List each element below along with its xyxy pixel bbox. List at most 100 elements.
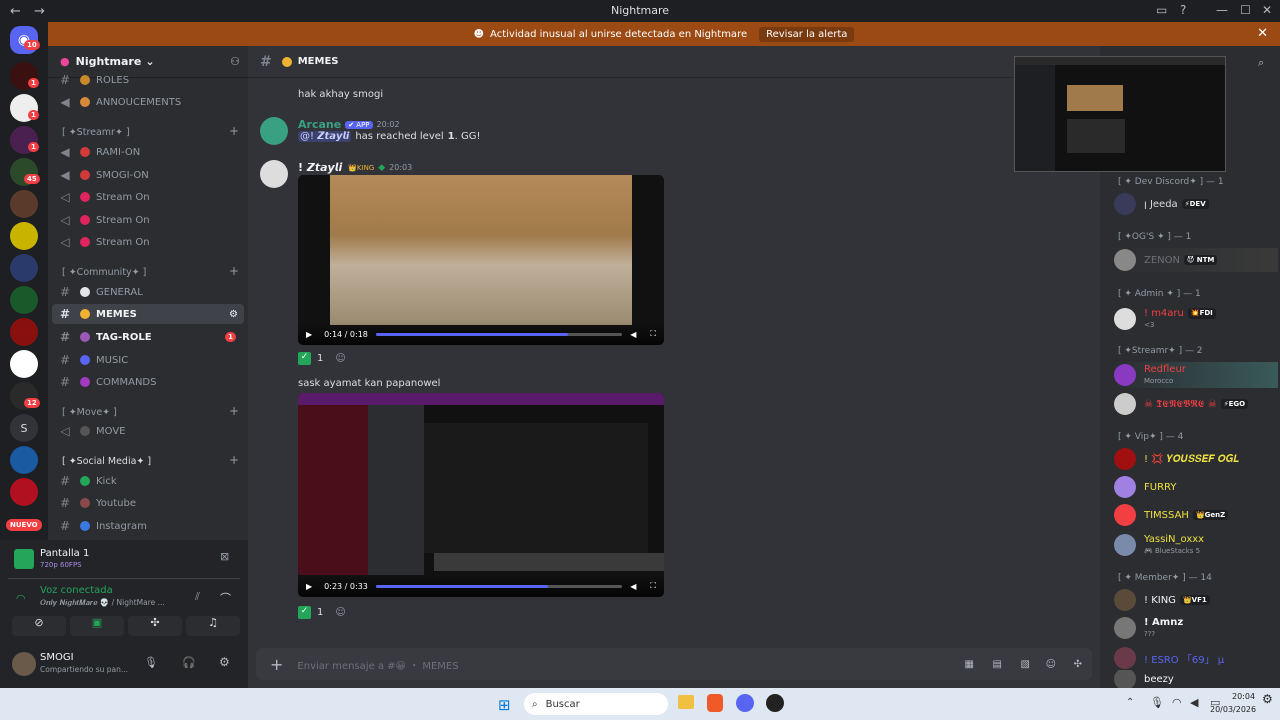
noise-suppression-icon[interactable]: ⫽ (195, 590, 200, 604)
server-icon[interactable] (10, 254, 38, 282)
taskbar-search[interactable]: ⌕ Buscar (524, 693, 668, 715)
avatar[interactable] (260, 160, 288, 188)
volume-icon[interactable]: ◀ (630, 330, 636, 339)
server-icon[interactable] (10, 190, 38, 218)
voice-channel[interactable]: 𝑶𝒏𝒍𝒚 𝑵𝒊𝒈𝒉𝒕𝑴𝒂𝒓𝒆 💀 / NightMare ... (40, 598, 185, 608)
category-social-media[interactable]: [ ✦Social Media✦ ] (62, 456, 151, 467)
server-icon[interactable] (10, 318, 38, 346)
user-settings-icon[interactable]: ⚙ (219, 655, 230, 669)
play-icon[interactable]: ▶ (306, 330, 312, 339)
clock-date[interactable]: 20/03/2026 (1210, 705, 1256, 714)
fullscreen-icon[interactable]: ⛶ (650, 329, 656, 339)
member-item[interactable]: YassiN_oxxx 🎮 BlueStacks 5 (1114, 532, 1278, 558)
server-icon[interactable] (10, 350, 38, 378)
message-input[interactable]: Enviar mensaje a #😀 ・ MEMES (297, 657, 458, 672)
settings-gear-icon[interactable]: ⚙ (229, 309, 238, 320)
video-player[interactable]: ▶ 0:23 / 0:33 ◀ ⛶ (298, 393, 664, 597)
help-icon[interactable]: ? (1180, 3, 1186, 17)
user-mention[interactable]: @! 𝙕𝙩𝙖𝙮𝙡𝙞 (298, 131, 352, 142)
channel-memes[interactable]: # MEMES ⚙ (52, 304, 244, 324)
member-item[interactable]: ! 💢 𝒀𝑶𝑼𝑺𝑺𝑬𝑭 𝑶𝑮𝑳 (1114, 447, 1278, 471)
volume-tray-icon[interactable]: ◀ (1190, 696, 1198, 709)
gift-icon[interactable]: ▦ (965, 659, 974, 670)
member-item[interactable]: ! ESRO 「69」 µ (1114, 646, 1278, 670)
attach-plus-icon[interactable]: + (270, 655, 283, 674)
gif-icon[interactable]: ▤ (993, 659, 1002, 670)
category-community[interactable]: [ ✦Community✦ ] (62, 267, 146, 278)
member-item[interactable]: beezy (1114, 670, 1278, 688)
server-icon[interactable] (10, 446, 38, 474)
add-channel-icon[interactable]: + (229, 124, 239, 138)
review-alert-button[interactable]: Revisar la alerta (759, 26, 855, 42)
close-window-icon[interactable]: ✕ (1262, 3, 1272, 17)
server-icon[interactable] (10, 222, 38, 250)
brave-browser-icon[interactable] (707, 694, 723, 712)
add-channel-icon[interactable]: + (229, 264, 239, 278)
minimize-icon[interactable]: — (1216, 3, 1228, 17)
microphone-tray-icon[interactable]: 🎙 (1150, 696, 1164, 709)
activities-button[interactable]: ✣ (128, 616, 182, 636)
member-item[interactable]: ZENON 😈 NTM (1114, 248, 1278, 272)
stop-stream-icon[interactable]: ⊠ (220, 550, 229, 563)
fullscreen-icon[interactable]: ⛶ (650, 581, 656, 591)
channel-roles[interactable]: # ROLES (52, 70, 244, 90)
channel-kick[interactable]: # Kick (52, 471, 244, 491)
channel-youtube[interactable]: # Youtube (52, 493, 244, 513)
category-streamr[interactable]: [ ✦Streamr✦ ] (62, 127, 130, 138)
voice-channel-move[interactable]: ◁ MOVE (52, 421, 244, 441)
video-progress[interactable] (375, 332, 623, 336)
channel-commands[interactable]: # COMMANDS (52, 372, 244, 392)
avatar[interactable] (260, 117, 288, 145)
server-letter-icon[interactable]: S (10, 414, 38, 442)
emoji-icon[interactable]: ☺ (1046, 659, 1056, 670)
windows-start-icon[interactable]: ⊞ (498, 696, 511, 714)
add-reaction-icon[interactable]: ☺ (335, 353, 345, 364)
reaction-checkmark[interactable]: ✓ 1 ☺ (298, 606, 346, 619)
member-item[interactable]: ꞁ Jeeda ⚡DEV (1114, 192, 1278, 216)
screen-share-preview[interactable] (1014, 56, 1226, 172)
channel-smogi-on[interactable]: ◀ SMOGI-ON (52, 165, 244, 185)
volume-icon[interactable]: ◀ (630, 582, 636, 591)
tray-chevron-icon[interactable]: ⌃ (1126, 697, 1134, 708)
message-author[interactable]: ! 𝙕𝙩𝙖𝙮𝙡𝙞 (298, 161, 342, 174)
inbox-icon[interactable]: ▭ (1156, 3, 1167, 17)
soundboard-button[interactable]: ♫ (186, 616, 240, 636)
add-reaction-icon[interactable]: ☺ (335, 607, 345, 618)
server-icon[interactable] (10, 286, 38, 314)
message-author[interactable]: Arcane (298, 118, 341, 131)
channel-instagram[interactable]: # Instagram (52, 516, 244, 536)
clock-time[interactable]: 20:04 (1232, 692, 1255, 701)
channel-announcements[interactable]: ◀ ANNOUCEMENTS (52, 92, 244, 112)
member-item[interactable]: TIMSSAH 👑GenZ (1114, 503, 1278, 527)
reaction-checkmark[interactable]: ✓ 1 ☺ (298, 352, 346, 365)
channel-rami-on[interactable]: ◀ RAMI-ON (52, 142, 244, 162)
add-channel-icon[interactable]: + (229, 453, 239, 467)
notification-icon[interactable]: ⚙ (1262, 692, 1273, 706)
category-move[interactable]: [ ✦Move✦ ] (62, 407, 117, 418)
discord-taskbar-icon[interactable] (736, 694, 754, 712)
member-item[interactable]: ! m4aru 💥FDI <3 (1114, 305, 1278, 333)
member-item[interactable]: ☠ 𝕿𝕰𝕹𝕰𝕭𝕽𝕰 ☠ ⚡EGO (1114, 392, 1278, 416)
apps-icon[interactable]: ✣ (1074, 659, 1082, 670)
channel-tag-role[interactable]: # TAG-ROLE 1 (52, 327, 244, 347)
avatar[interactable] (12, 652, 36, 676)
headphones-icon[interactable]: 🎧 (182, 656, 196, 669)
file-explorer-icon[interactable] (678, 695, 694, 709)
video-player[interactable]: ▶ 0:14 / 0:18 ◀ ⛶ (298, 175, 664, 345)
sticker-icon[interactable]: ▧ (1021, 659, 1030, 670)
disconnect-icon[interactable]: ⌒ (220, 590, 231, 606)
add-channel-icon[interactable]: + (229, 404, 239, 418)
member-item[interactable]: FURRY (1114, 475, 1278, 499)
voice-channel-stream-on[interactable]: ◁ Stream On (52, 210, 244, 230)
channel-general[interactable]: # GENERAL (52, 282, 244, 302)
channel-music[interactable]: # MUSIC (52, 350, 244, 370)
video-progress[interactable] (375, 584, 623, 588)
member-item[interactable]: Redfleur Morocco (1114, 362, 1278, 388)
message-composer[interactable]: + Enviar mensaje a #😀 ・ MEMES ▦ ▤ ▧ ☺ ✣ (256, 648, 1092, 680)
screen-share-button[interactable]: ▣ (70, 616, 124, 636)
member-item[interactable]: ! Amnz??? (1114, 614, 1278, 642)
server-icon[interactable] (10, 478, 38, 506)
app-taskbar-icon[interactable] (766, 694, 784, 712)
add-member-icon[interactable]: ⚇ (230, 55, 240, 68)
maximize-icon[interactable]: ☐ (1240, 3, 1251, 17)
